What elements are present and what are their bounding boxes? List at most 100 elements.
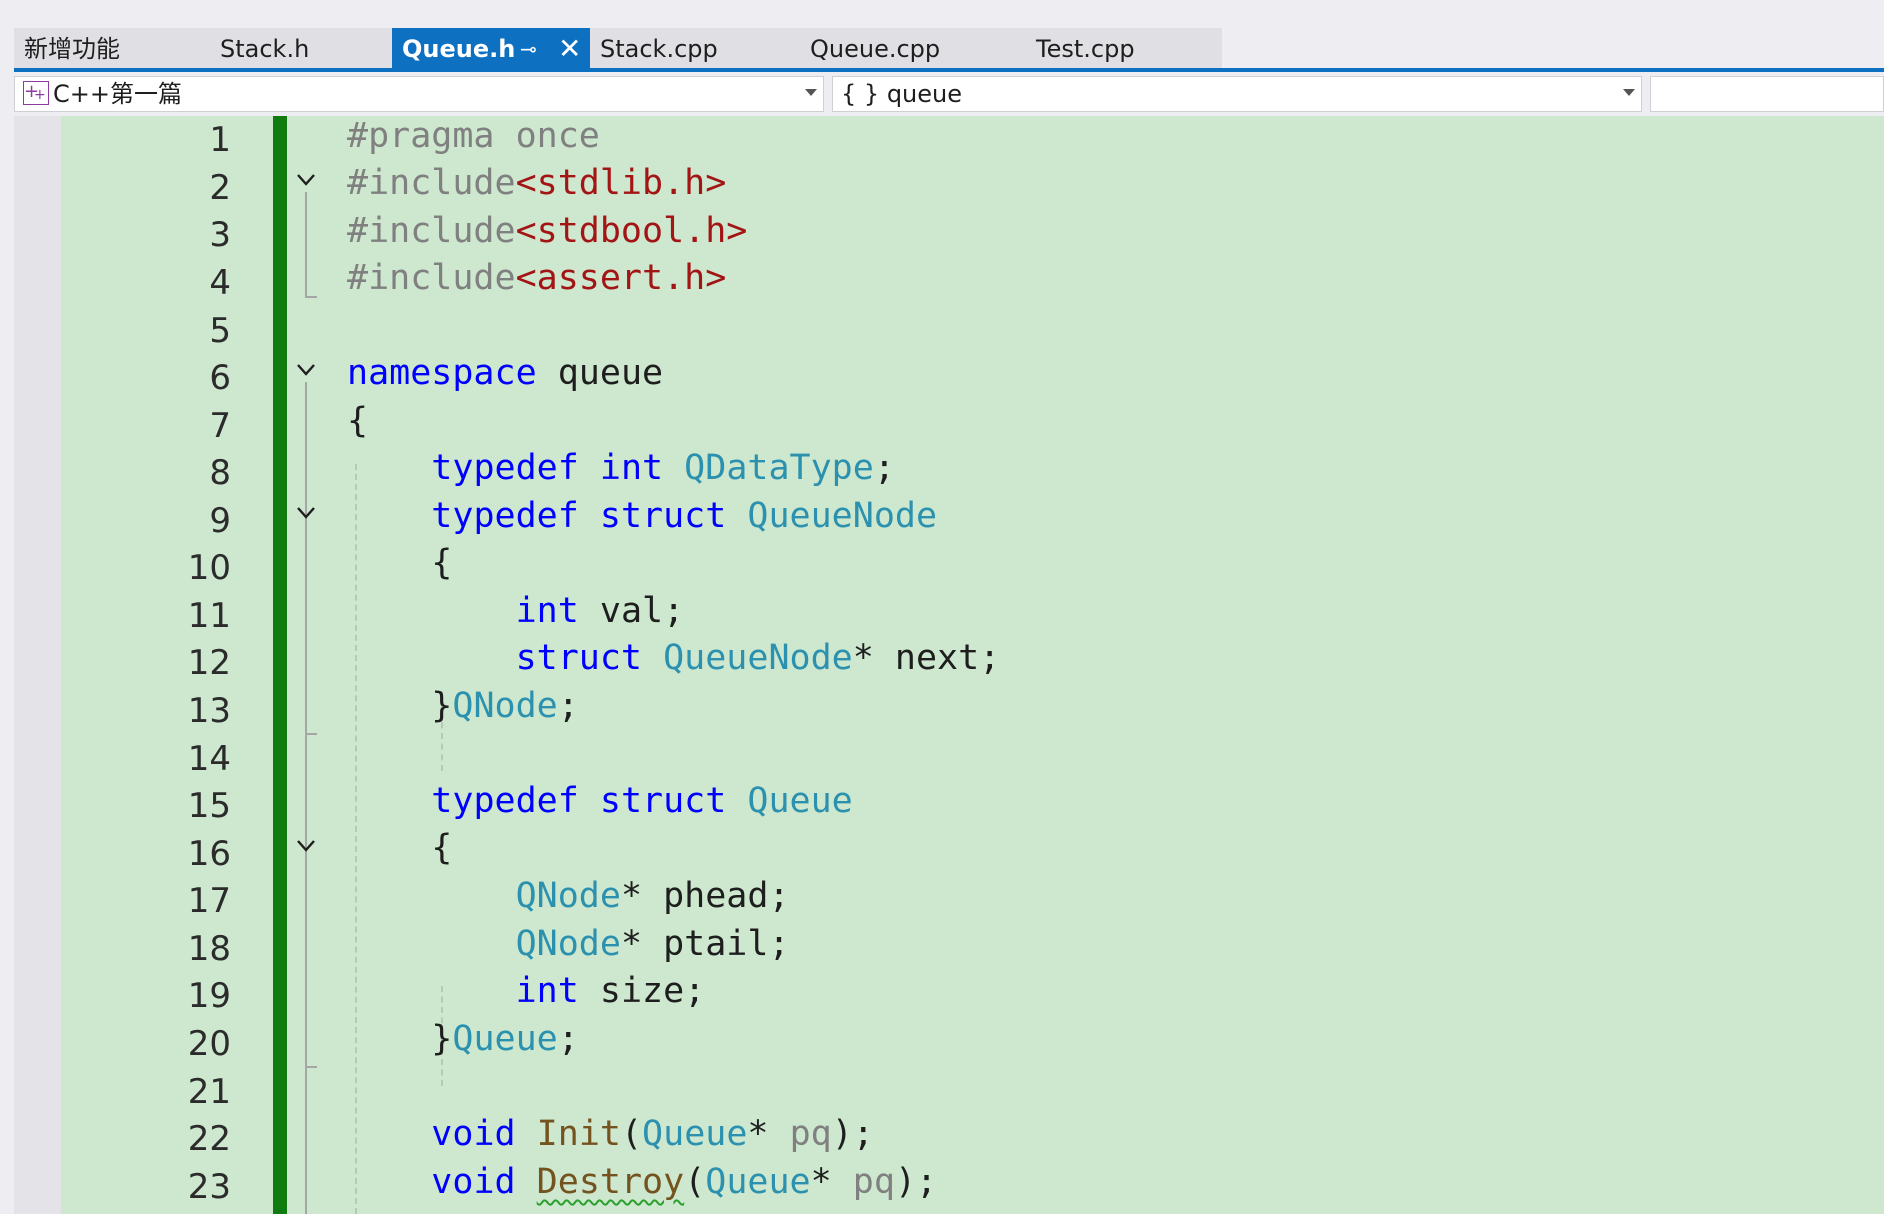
punctuation: * <box>747 1114 790 1154</box>
brace: } <box>431 686 453 726</box>
type-name: Queue <box>452 1019 558 1059</box>
outline-bracket-end <box>305 296 317 298</box>
parameter-name: pq <box>789 1114 832 1154</box>
tab-stack-cpp[interactable]: Stack.cpp <box>590 28 800 70</box>
project-dropdown[interactable]: C++第一篇 <box>14 75 824 112</box>
collapse-chevron-icon[interactable] <box>297 364 315 376</box>
line-number: 7 <box>209 406 231 446</box>
include-path: <assert.h> <box>515 258 727 298</box>
document-tab-bar: 新增功能 Stack.h Queue.h ⊸ ✕ Stack.cpp Queue… <box>0 0 1884 72</box>
code-line-3: #include<stdbool.h> <box>347 211 747 251</box>
type-name: QDataType <box>663 448 874 488</box>
tab-stack-h[interactable]: Stack.h <box>210 28 392 70</box>
close-icon[interactable]: ✕ <box>558 28 581 70</box>
line-number: 13 <box>187 691 231 731</box>
code-line-20: }Queue; <box>347 1019 579 1059</box>
outline-bracket-end <box>305 1066 317 1068</box>
navigation-bar: C++第一篇 { } queue <box>0 72 1884 116</box>
punctuation: ); <box>831 1114 874 1154</box>
namespace-braces-icon: { } <box>841 80 880 108</box>
line-number: 16 <box>187 834 231 874</box>
type-name: Queue <box>726 781 853 821</box>
code-editor[interactable]: 1 2 3 4 5 6 7 8 9 10 11 12 13 14 15 16 1… <box>0 116 1884 1214</box>
scope-dropdown[interactable]: { } queue <box>832 76 1642 112</box>
keyword: typedef <box>431 781 579 821</box>
solution-project-icon <box>23 75 49 112</box>
line-number: 4 <box>209 263 231 303</box>
keyword: struct <box>578 496 727 536</box>
collapse-chevron-icon[interactable] <box>297 174 315 186</box>
chevron-down-icon <box>805 89 817 96</box>
member-decl: val; <box>578 591 685 631</box>
tab-new-features[interactable]: 新增功能 <box>14 28 210 70</box>
indicator-margin <box>14 116 61 1214</box>
collapse-chevron-icon[interactable] <box>297 840 315 852</box>
keyword: typedef <box>431 448 579 488</box>
outlining-margin <box>287 116 323 1214</box>
line-number: 2 <box>209 168 231 208</box>
type-name: Queue <box>642 1114 748 1154</box>
code-line-16: { <box>347 828 452 868</box>
scope-name: queue <box>886 80 962 108</box>
code-text-area[interactable]: #pragma once #include<stdlib.h> #include… <box>323 116 1884 1214</box>
punctuation: ); <box>894 1162 938 1202</box>
tab-queue-h[interactable]: Queue.h ⊸ ✕ <box>392 28 590 70</box>
line-number: 5 <box>209 311 231 351</box>
pin-icon[interactable]: ⊸ <box>520 28 537 70</box>
line-number: 12 <box>187 643 231 683</box>
code-line-12: struct QueueNode* next; <box>347 638 1001 678</box>
line-number: 20 <box>187 1024 231 1064</box>
member-decl: * ptail; <box>620 924 790 964</box>
type-name: QNode <box>452 686 558 726</box>
type-name: Queue <box>705 1162 811 1202</box>
punctuation: ( <box>620 1114 643 1154</box>
code-line-1: #pragma once <box>347 116 600 156</box>
member-decl: * next; <box>852 638 1001 678</box>
outline-bracket-end <box>305 733 317 735</box>
member-decl: size; <box>578 971 706 1011</box>
keyword: int <box>515 591 579 631</box>
outline-bracket <box>305 192 307 296</box>
line-number: 1 <box>209 120 231 160</box>
keyword: typedef <box>431 496 579 536</box>
code-line-4: #include<assert.h> <box>347 258 726 298</box>
tab-label: Stack.h <box>220 35 310 63</box>
code-line-19: int size; <box>347 971 706 1011</box>
tab-queue-cpp[interactable]: Queue.cpp <box>800 28 1026 70</box>
code-line-8: typedef int QDataType; <box>347 448 895 488</box>
punctuation: ( <box>684 1162 706 1202</box>
line-number: 21 <box>187 1072 231 1112</box>
tab-test-cpp[interactable]: Test.cpp <box>1026 28 1222 70</box>
function-name-with-warning-squiggle[interactable]: Destroy <box>537 1162 685 1202</box>
member-dropdown[interactable] <box>1650 76 1884 112</box>
tab-label: Queue.cpp <box>810 35 941 63</box>
preprocessor-directive: #include <box>347 258 516 298</box>
keyword: void <box>431 1162 516 1202</box>
line-number: 10 <box>187 548 231 588</box>
change-tracking-bar <box>273 116 287 1214</box>
preprocessor-directive: #include <box>347 163 516 203</box>
type-name: QNode <box>515 876 621 916</box>
brace: { <box>347 401 369 441</box>
code-line-7: { <box>347 401 368 441</box>
code-line-9: typedef struct QueueNode <box>347 496 937 536</box>
line-number: 14 <box>187 739 231 779</box>
line-number: 17 <box>187 881 231 921</box>
line-number: 23 <box>187 1167 231 1207</box>
code-line-2: #include<stdlib.h> <box>347 163 726 203</box>
code-line-17: QNode* phead; <box>347 876 790 916</box>
collapse-chevron-icon[interactable] <box>297 507 315 519</box>
line-number: 11 <box>187 596 231 636</box>
identifier: queue <box>536 353 664 393</box>
member-decl: * phead; <box>620 876 790 916</box>
